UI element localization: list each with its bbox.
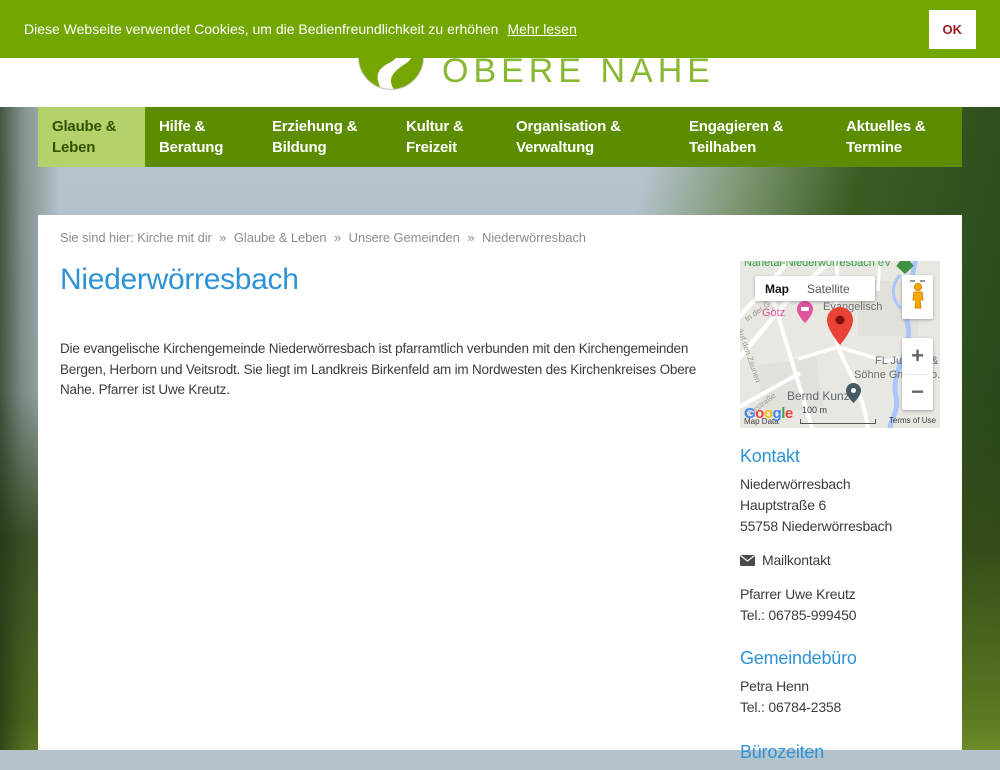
map-button[interactable]: Map: [755, 282, 799, 296]
map-type-control: Map Satellite: [755, 276, 875, 301]
lodging-marker-icon: [797, 301, 813, 323]
breadcrumb-link-glaube-leben[interactable]: Glaube & Leben: [234, 230, 327, 245]
breadcrumb: Sie sind hier: Kirche mit dir » Glaube &…: [60, 230, 940, 245]
sidebar-column: Nahetal-Niederwörresbach eV Map Satellit…: [740, 253, 940, 770]
pegman-control[interactable]: [902, 275, 933, 319]
contact-line: 55758 Niederwörresbach: [740, 516, 940, 537]
nav-item-glaube-leben[interactable]: Glaube & Leben: [38, 107, 145, 167]
pegman-dashes: [902, 280, 933, 282]
contact-heading: Kontakt: [740, 446, 940, 467]
map-poi-label: Nahetal-Niederwörresbach eV: [744, 261, 891, 269]
contact-line: Hauptstraße 6: [740, 495, 940, 516]
nav-item-kultur-freizeit[interactable]: Kultur & Freizeit: [392, 107, 502, 167]
satellite-button[interactable]: Satellite: [799, 282, 858, 296]
terms-of-use-link[interactable]: Terms of Use: [889, 416, 936, 425]
office-contact-name: Petra Henn: [740, 676, 940, 697]
pastor-name: Pfarrer Uwe Kreutz: [740, 584, 940, 605]
nav-item-aktuelles-termine[interactable]: Aktuelles & Termine: [832, 107, 962, 167]
breadcrumb-prefix: Sie sind hier:: [60, 230, 134, 245]
cookie-message: Diese Webseite verwendet Cookies, um die…: [24, 21, 498, 37]
office-hours-heading: Bürozeiten: [740, 742, 940, 763]
location-pin-icon: [827, 307, 853, 345]
zoom-control: + −: [902, 338, 933, 410]
cookie-ok-button[interactable]: OK: [929, 10, 977, 49]
pastor-phone: Tel.: 06785-999450: [740, 605, 940, 626]
cookie-banner: Diese Webseite verwendet Cookies, um die…: [0, 0, 1000, 58]
nav-item-hilfe-beratung[interactable]: Hilfe & Beratung: [145, 107, 258, 167]
google-logo: Google: [744, 405, 793, 422]
nav-item-engagieren-teilhaben[interactable]: Engagieren & Teilhaben: [675, 107, 832, 167]
main-column: Niederwörresbach Die evangelische Kirche…: [60, 253, 720, 770]
google-map[interactable]: Nahetal-Niederwörresbach eV Map Satellit…: [740, 261, 940, 428]
breadcrumb-link-kirche-mit-dir[interactable]: Kirche mit dir: [137, 230, 211, 245]
intro-paragraph: Die evangelische Kirchengemeinde Niederw…: [60, 339, 720, 401]
breadcrumb-current: Niederwörresbach: [482, 230, 586, 245]
nav-item-organisation-verwaltung[interactable]: Organisation & Verwaltung: [502, 107, 675, 167]
office-heading: Gemeindebüro: [740, 648, 940, 669]
zoom-in-button[interactable]: +: [902, 338, 933, 374]
office-phone: Tel.: 06784-2358: [740, 697, 940, 718]
map-scale: 100 m: [800, 400, 876, 424]
pegman-icon: [910, 283, 926, 309]
main-nav: Glaube & Leben Hilfe & Beratung Erziehun…: [38, 107, 962, 167]
business-label: FL Ju: [875, 355, 902, 367]
page-title: Niederwörresbach: [60, 263, 720, 297]
mail-contact-link[interactable]: Mailkontakt: [740, 552, 940, 568]
nav-item-erziehung-bildung[interactable]: Erziehung & Bildung: [258, 107, 392, 167]
envelope-icon: [740, 555, 755, 566]
content-area: Sie sind hier: Kirche mit dir » Glaube &…: [38, 215, 962, 750]
breadcrumb-link-unsere-gemeinden[interactable]: Unsere Gemeinden: [349, 230, 460, 245]
cookie-more-link[interactable]: Mehr lesen: [507, 21, 576, 37]
zoom-out-button[interactable]: −: [902, 375, 933, 411]
contact-line: Niederwörresbach: [740, 474, 940, 495]
